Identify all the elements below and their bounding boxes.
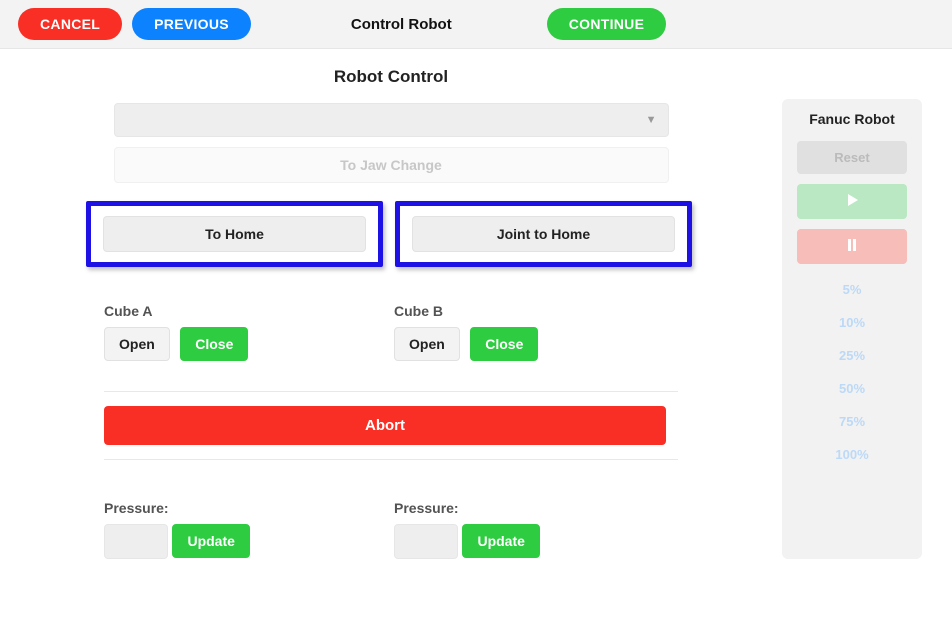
divider: [104, 459, 678, 460]
speed-10[interactable]: 10%: [790, 315, 914, 330]
cube-b-label: Cube B: [394, 303, 684, 319]
cube-a-open-button[interactable]: Open: [104, 327, 170, 361]
cube-b-close-button[interactable]: Close: [470, 327, 538, 361]
sidebar: Fanuc Robot Reset 5% 10% 25% 50% 75% 100…: [782, 99, 922, 559]
to-jaw-change-button: To Jaw Change: [114, 147, 669, 183]
previous-button[interactable]: PREVIOUS: [132, 8, 251, 40]
speed-25[interactable]: 25%: [790, 348, 914, 363]
pressure-b-label: Pressure:: [394, 500, 684, 516]
pressure-a-update-button[interactable]: Update: [172, 524, 249, 558]
main-panel: Robot Control ▼ To Jaw Change To Home Jo…: [0, 49, 782, 559]
cancel-button[interactable]: CANCEL: [18, 8, 122, 40]
speed-50[interactable]: 50%: [790, 381, 914, 396]
cube-a-label: Cube A: [104, 303, 394, 319]
speed-5[interactable]: 5%: [790, 282, 914, 297]
pressure-a-input[interactable]: [104, 524, 168, 559]
abort-button[interactable]: Abort: [104, 406, 666, 445]
pressure-a-group: Pressure: Update: [104, 500, 394, 559]
to-home-box: To Home: [86, 201, 383, 267]
cube-b-group: Cube B Open Close: [394, 303, 684, 361]
robot-select-wrapper: ▼: [114, 103, 669, 137]
pressure-b-update-button[interactable]: Update: [462, 524, 539, 558]
to-home-button[interactable]: To Home: [103, 216, 366, 252]
topbar-title: Control Robot: [351, 16, 452, 33]
play-button[interactable]: [797, 184, 907, 219]
speed-100[interactable]: 100%: [790, 447, 914, 462]
cube-b-open-button[interactable]: Open: [394, 327, 460, 361]
top-bar: CANCEL PREVIOUS Control Robot CONTINUE: [0, 0, 952, 49]
continue-button[interactable]: CONTINUE: [547, 8, 667, 40]
pressure-b-group: Pressure: Update: [394, 500, 684, 559]
divider: [104, 391, 678, 392]
sidebar-title: Fanuc Robot: [790, 111, 914, 127]
page-title: Robot Control: [80, 67, 702, 87]
cube-a-group: Cube A Open Close: [104, 303, 394, 361]
reset-button: Reset: [797, 141, 907, 174]
cube-a-close-button[interactable]: Close: [180, 327, 248, 361]
joint-to-home-box: Joint to Home: [395, 201, 692, 267]
pressure-b-input[interactable]: [394, 524, 458, 559]
play-icon: [845, 193, 859, 207]
joint-to-home-button[interactable]: Joint to Home: [412, 216, 675, 252]
pause-icon: [845, 238, 859, 252]
robot-select[interactable]: [114, 103, 669, 137]
pressure-a-label: Pressure:: [104, 500, 394, 516]
pause-button[interactable]: [797, 229, 907, 264]
speed-75[interactable]: 75%: [790, 414, 914, 429]
